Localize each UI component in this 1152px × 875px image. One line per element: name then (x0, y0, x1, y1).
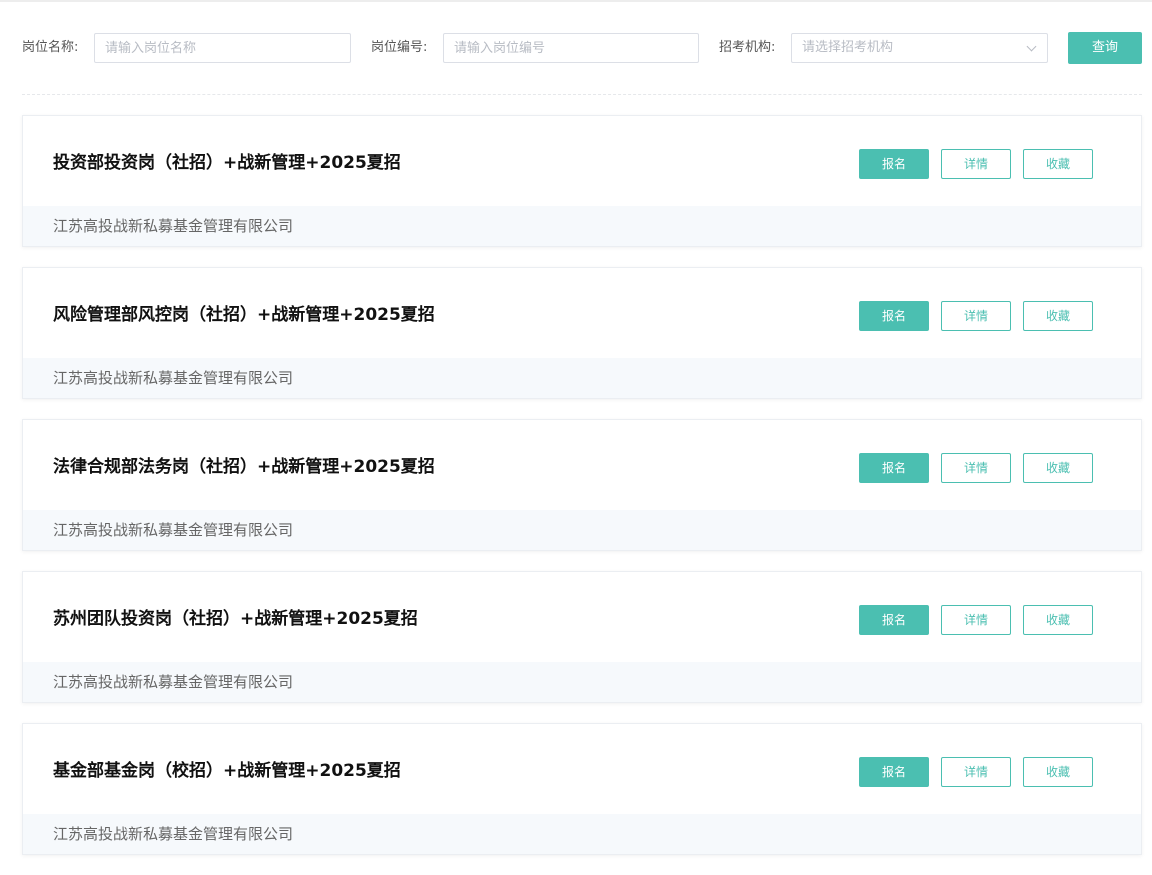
search-bar: 岗位名称: 岗位编号: 招考机构: 请选择招考机构 查询 (22, 32, 1142, 64)
detail-button[interactable]: 详情 (941, 453, 1011, 483)
apply-button[interactable]: 报名 (859, 301, 929, 331)
job-company: 江苏高投战新私募基金管理有限公司 (53, 673, 294, 691)
job-card: 投资部投资岗（社招）+战新管理+2025夏招 报名 详情 收藏 江苏高投战新私募… (22, 115, 1142, 247)
apply-button[interactable]: 报名 (859, 605, 929, 635)
job-footer: 江苏高投战新私募基金管理有限公司 (23, 510, 1141, 550)
position-name-input[interactable] (94, 33, 351, 63)
org-label: 招考机构: (719, 40, 776, 55)
chevron-down-icon (1026, 41, 1037, 52)
favorite-button[interactable]: 收藏 (1023, 453, 1093, 483)
apply-button[interactable]: 报名 (859, 149, 929, 179)
apply-button[interactable]: 报名 (859, 453, 929, 483)
favorite-button[interactable]: 收藏 (1023, 301, 1093, 331)
job-title[interactable]: 法律合规部法务岗（社招）+战新管理+2025夏招 (53, 452, 435, 477)
detail-button[interactable]: 详情 (941, 149, 1011, 179)
job-title[interactable]: 风险管理部风控岗（社招）+战新管理+2025夏招 (53, 300, 435, 325)
divider (22, 94, 1142, 95)
job-footer: 江苏高投战新私募基金管理有限公司 (23, 814, 1141, 854)
top-border (0, 0, 1152, 2)
org-select[interactable]: 请选择招考机构 (791, 33, 1048, 63)
job-company: 江苏高投战新私募基金管理有限公司 (53, 825, 294, 843)
job-card: 法律合规部法务岗（社招）+战新管理+2025夏招 报名 详情 收藏 江苏高投战新… (22, 419, 1142, 551)
job-company: 江苏高投战新私募基金管理有限公司 (53, 217, 294, 235)
job-card: 基金部基金岗（校招）+战新管理+2025夏招 报名 详情 收藏 江苏高投战新私募… (22, 723, 1142, 855)
job-title[interactable]: 投资部投资岗（社招）+战新管理+2025夏招 (53, 148, 401, 173)
job-title[interactable]: 基金部基金岗（校招）+战新管理+2025夏招 (53, 756, 401, 781)
position-code-label: 岗位编号: (371, 40, 428, 55)
job-footer: 江苏高投战新私募基金管理有限公司 (23, 358, 1141, 398)
job-list: 投资部投资岗（社招）+战新管理+2025夏招 报名 详情 收藏 江苏高投战新私募… (22, 115, 1142, 875)
job-company: 江苏高投战新私募基金管理有限公司 (53, 521, 294, 539)
detail-button[interactable]: 详情 (941, 757, 1011, 787)
job-card: 苏州团队投资岗（社招）+战新管理+2025夏招 报名 详情 收藏 江苏高投战新私… (22, 571, 1142, 703)
detail-button[interactable]: 详情 (941, 605, 1011, 635)
org-select-placeholder: 请选择招考机构 (802, 40, 894, 55)
detail-button[interactable]: 详情 (941, 301, 1011, 331)
favorite-button[interactable]: 收藏 (1023, 757, 1093, 787)
job-card: 风险管理部风控岗（社招）+战新管理+2025夏招 报名 详情 收藏 江苏高投战新… (22, 267, 1142, 399)
job-title[interactable]: 苏州团队投资岗（社招）+战新管理+2025夏招 (53, 604, 418, 629)
job-footer: 江苏高投战新私募基金管理有限公司 (23, 662, 1141, 702)
position-name-label: 岗位名称: (22, 40, 79, 55)
query-button[interactable]: 查询 (1068, 32, 1142, 64)
apply-button[interactable]: 报名 (859, 757, 929, 787)
job-footer: 江苏高投战新私募基金管理有限公司 (23, 206, 1141, 246)
job-company: 江苏高投战新私募基金管理有限公司 (53, 369, 294, 387)
position-code-input[interactable] (443, 33, 699, 63)
favorite-button[interactable]: 收藏 (1023, 149, 1093, 179)
favorite-button[interactable]: 收藏 (1023, 605, 1093, 635)
